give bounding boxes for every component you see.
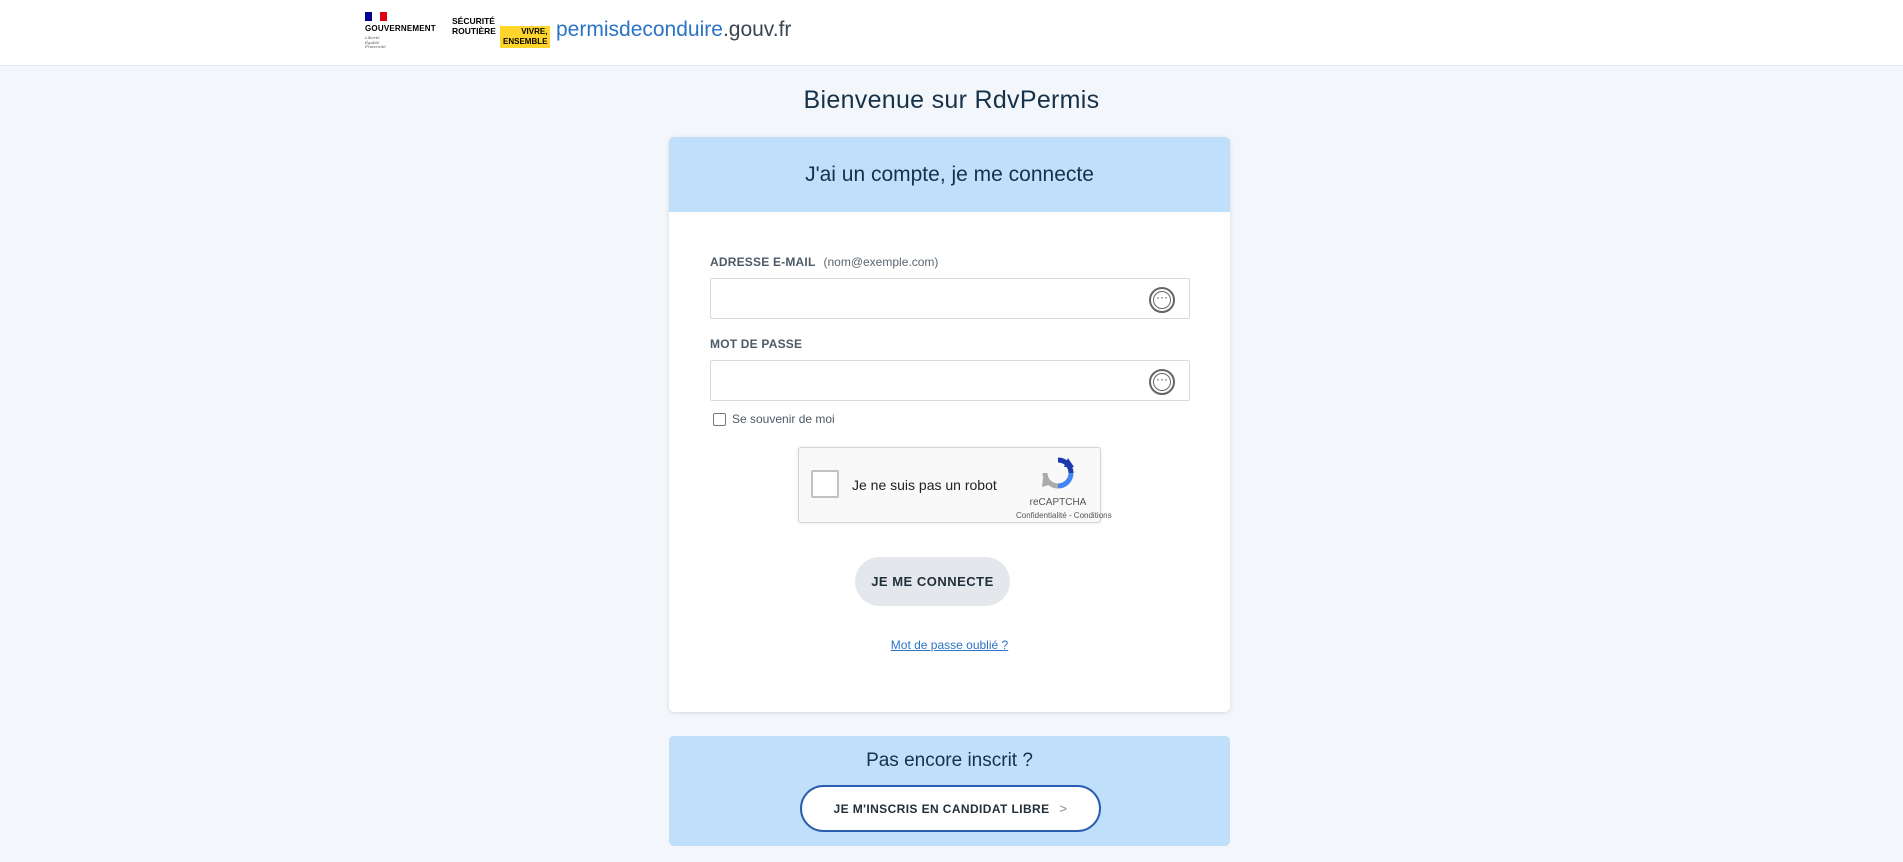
recaptcha-logo: reCAPTCHA Confidentialité - Conditions — [1016, 456, 1112, 520]
remember-me[interactable]: Se souvenir de moi — [713, 412, 835, 426]
recaptcha-privacy-terms-links[interactable]: Confidentialité - Conditions — [1016, 511, 1112, 520]
gouvernement-logo[interactable]: GOUVERNEMENT Liberté Égalité Fraternité — [365, 12, 443, 52]
email-label: ADRESSE E-MAIL (nom@exemple.com) — [710, 255, 939, 269]
recaptcha-label: Je ne suis pas un robot — [852, 477, 997, 493]
gouvernement-title: GOUVERNEMENT — [365, 24, 436, 33]
chevron-right-icon: > — [1059, 801, 1068, 816]
recaptcha-logo-icon — [1042, 457, 1074, 489]
password-manager-icon[interactable]: ··· — [1149, 287, 1175, 313]
login-card: J'ai un compte, je me connecte ADRESSE E… — [669, 137, 1230, 712]
french-flag-icon — [365, 12, 387, 21]
signup-button[interactable]: JE M'INSCRIS EN CANDIDAT LIBRE > — [800, 785, 1101, 832]
site-name-link[interactable]: permisdeconduire.gouv.fr — [556, 18, 791, 42]
remember-me-checkbox[interactable] — [713, 412, 726, 426]
vivre-ensemble-badge: VIVRE, ENSEMBLE — [500, 26, 551, 48]
site-header: GOUVERNEMENT Liberté Égalité Fraternité … — [0, 0, 1903, 66]
password-manager-icon[interactable]: ··· — [1149, 369, 1175, 395]
recaptcha-widget: Je ne suis pas un robot reCAPTCHA Confid… — [798, 447, 1112, 523]
login-card-heading: J'ai un compte, je me connecte — [669, 137, 1230, 212]
securite-routiere-logo[interactable]: SÉCURITÉ ROUTIÈRE VIVRE, ENSEMBLE — [452, 16, 551, 48]
page-title: Bienvenue sur RdvPermis — [803, 86, 1100, 114]
remember-me-label: Se souvenir de moi — [732, 412, 835, 426]
forgot-password-link[interactable]: Mot de passe oublié ? — [669, 638, 1230, 652]
recaptcha-checkbox[interactable] — [811, 470, 839, 498]
signup-panel: Pas encore inscrit ? JE M'INSCRIS EN CAN… — [669, 736, 1230, 846]
password-label: MOT DE PASSE — [710, 337, 803, 351]
password-field[interactable]: ··· — [710, 360, 1190, 401]
login-button[interactable]: JE ME CONNECTE — [855, 557, 1010, 606]
email-hint: (nom@exemple.com) — [823, 255, 939, 269]
email-field[interactable]: ··· — [710, 278, 1190, 319]
signup-title: Pas encore inscrit ? — [866, 750, 1033, 771]
gouvernement-motto: Liberté Égalité Fraternité — [365, 35, 386, 49]
